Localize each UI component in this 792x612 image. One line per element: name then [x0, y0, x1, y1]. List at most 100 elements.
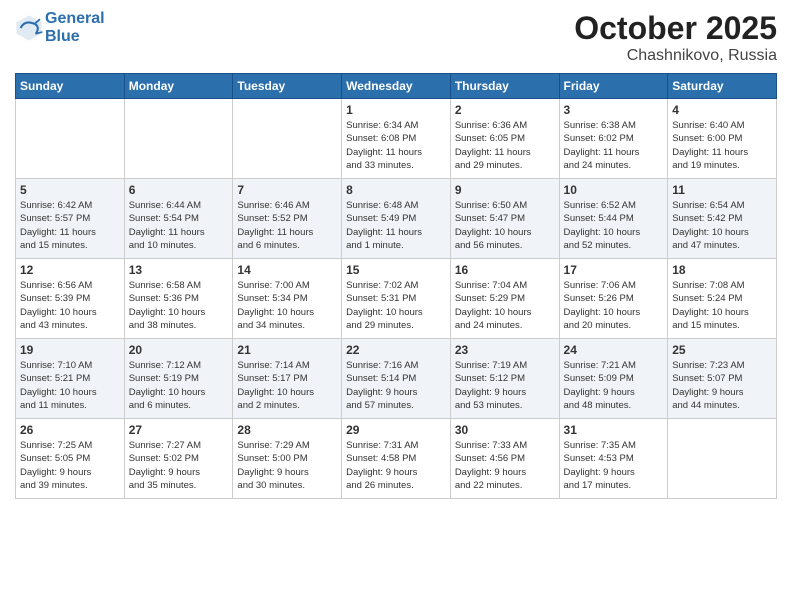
day-number: 11 [672, 183, 772, 197]
header: General Blue October 2025 Chashnikovo, R… [15, 10, 777, 65]
day-info: Sunrise: 6:50 AM Sunset: 5:47 PM Dayligh… [455, 199, 555, 252]
day-number: 22 [346, 343, 446, 357]
day-info: Sunrise: 7:14 AM Sunset: 5:17 PM Dayligh… [237, 359, 337, 412]
calendar-cell: 16 Sunrise: 7:04 AM Sunset: 5:29 PM Dayli… [450, 259, 559, 339]
page-container: General Blue October 2025 Chashnikovo, R… [0, 0, 792, 504]
calendar-cell: 17 Sunrise: 7:06 AM Sunset: 5:26 PM Dayli… [559, 259, 668, 339]
day-info: Sunrise: 7:27 AM Sunset: 5:02 PM Dayligh… [129, 439, 229, 492]
day-info: Sunrise: 7:21 AM Sunset: 5:09 PM Dayligh… [564, 359, 664, 412]
col-header-thursday: Thursday [450, 74, 559, 99]
day-info: Sunrise: 7:31 AM Sunset: 4:58 PM Dayligh… [346, 439, 446, 492]
calendar-cell: 29 Sunrise: 7:31 AM Sunset: 4:58 PM Dayli… [342, 419, 451, 499]
calendar-cell: 15 Sunrise: 7:02 AM Sunset: 5:31 PM Dayli… [342, 259, 451, 339]
day-number: 13 [129, 263, 229, 277]
day-number: 27 [129, 423, 229, 437]
day-number: 20 [129, 343, 229, 357]
day-info: Sunrise: 7:29 AM Sunset: 5:00 PM Dayligh… [237, 439, 337, 492]
calendar-cell: 8Sunrise: 6:48 AM Sunset: 5:49 PM Daylig… [342, 179, 451, 259]
calendar-cell: 10 Sunrise: 6:52 AM Sunset: 5:44 PM Dayli… [559, 179, 668, 259]
calendar-cell: 1 Sunrise: 6:34 AM Sunset: 6:08 PM Daylig… [342, 99, 451, 179]
day-number: 15 [346, 263, 446, 277]
day-info: Sunrise: 6:48 AM Sunset: 5:49 PM Dayligh… [346, 199, 446, 252]
calendar-cell: 12Sunrise: 6:56 AM Sunset: 5:39 PM Dayli… [16, 259, 125, 339]
week-row-3: 12Sunrise: 6:56 AM Sunset: 5:39 PM Dayli… [16, 259, 777, 339]
day-number: 19 [20, 343, 120, 357]
calendar-cell: 2Sunrise: 6:36 AM Sunset: 6:05 PM Daylig… [450, 99, 559, 179]
week-row-2: 5 Sunrise: 6:42 AM Sunset: 5:57 PM Daylig… [16, 179, 777, 259]
calendar-cell: 11Sunrise: 6:54 AM Sunset: 5:42 PM Dayli… [668, 179, 777, 259]
day-info: Sunrise: 7:33 AM Sunset: 4:56 PM Dayligh… [455, 439, 555, 492]
calendar-cell: 22 Sunrise: 7:16 AM Sunset: 5:14 PM Dayli… [342, 339, 451, 419]
title-block: October 2025 Chashnikovo, Russia [574, 10, 777, 65]
day-info: Sunrise: 6:46 AM Sunset: 5:52 PM Dayligh… [237, 199, 337, 252]
day-info: Sunrise: 7:16 AM Sunset: 5:14 PM Dayligh… [346, 359, 446, 412]
day-info: Sunrise: 6:58 AM Sunset: 5:36 PM Dayligh… [129, 279, 229, 332]
calendar-cell: 26 Sunrise: 7:25 AM Sunset: 5:05 PM Dayli… [16, 419, 125, 499]
day-number: 26 [20, 423, 120, 437]
day-info: Sunrise: 7:08 AM Sunset: 5:24 PM Dayligh… [672, 279, 772, 332]
col-header-wednesday: Wednesday [342, 74, 451, 99]
day-number: 1 [346, 103, 446, 117]
day-number: 29 [346, 423, 446, 437]
day-info: Sunrise: 6:34 AM Sunset: 6:08 PM Dayligh… [346, 119, 446, 172]
day-number: 30 [455, 423, 555, 437]
col-header-friday: Friday [559, 74, 668, 99]
day-info: Sunrise: 6:40 AM Sunset: 6:00 PM Dayligh… [672, 119, 772, 172]
day-number: 7 [237, 183, 337, 197]
col-header-sunday: Sunday [16, 74, 125, 99]
day-info: Sunrise: 7:02 AM Sunset: 5:31 PM Dayligh… [346, 279, 446, 332]
day-info: Sunrise: 7:00 AM Sunset: 5:34 PM Dayligh… [237, 279, 337, 332]
calendar-cell: 25 Sunrise: 7:23 AM Sunset: 5:07 PM Dayli… [668, 339, 777, 419]
calendar-cell: 4 Sunrise: 6:40 AM Sunset: 6:00 PM Daylig… [668, 99, 777, 179]
logo-icon [15, 14, 43, 42]
calendar-cell: 28Sunrise: 7:29 AM Sunset: 5:00 PM Dayli… [233, 419, 342, 499]
day-number: 9 [455, 183, 555, 197]
day-number: 25 [672, 343, 772, 357]
header-row: SundayMondayTuesdayWednesdayThursdayFrid… [16, 74, 777, 99]
calendar-cell [16, 99, 125, 179]
day-info: Sunrise: 6:44 AM Sunset: 5:54 PM Dayligh… [129, 199, 229, 252]
day-number: 18 [672, 263, 772, 277]
day-info: Sunrise: 7:06 AM Sunset: 5:26 PM Dayligh… [564, 279, 664, 332]
calendar-cell: 6Sunrise: 6:44 AM Sunset: 5:54 PM Daylig… [124, 179, 233, 259]
calendar-cell: 31 Sunrise: 7:35 AM Sunset: 4:53 PM Dayli… [559, 419, 668, 499]
calendar-cell: 30 Sunrise: 7:33 AM Sunset: 4:56 PM Dayli… [450, 419, 559, 499]
calendar-cell: 23Sunrise: 7:19 AM Sunset: 5:12 PM Dayli… [450, 339, 559, 419]
calendar-cell: 18 Sunrise: 7:08 AM Sunset: 5:24 PM Dayli… [668, 259, 777, 339]
col-header-saturday: Saturday [668, 74, 777, 99]
day-number: 14 [237, 263, 337, 277]
calendar-cell: 5 Sunrise: 6:42 AM Sunset: 5:57 PM Daylig… [16, 179, 125, 259]
day-number: 17 [564, 263, 664, 277]
day-number: 31 [564, 423, 664, 437]
day-number: 10 [564, 183, 664, 197]
col-header-tuesday: Tuesday [233, 74, 342, 99]
calendar-cell: 21Sunrise: 7:14 AM Sunset: 5:17 PM Dayli… [233, 339, 342, 419]
day-info: Sunrise: 7:25 AM Sunset: 5:05 PM Dayligh… [20, 439, 120, 492]
calendar-cell: 27 Sunrise: 7:27 AM Sunset: 5:02 PM Dayli… [124, 419, 233, 499]
location: Chashnikovo, Russia [574, 47, 777, 65]
logo-text: General Blue [45, 10, 105, 45]
calendar-cell: 19 Sunrise: 7:10 AM Sunset: 5:21 PM Dayli… [16, 339, 125, 419]
col-header-monday: Monday [124, 74, 233, 99]
day-number: 16 [455, 263, 555, 277]
month-title: October 2025 [574, 10, 777, 47]
day-number: 5 [20, 183, 120, 197]
day-number: 4 [672, 103, 772, 117]
day-number: 24 [564, 343, 664, 357]
calendar-cell: 20 Sunrise: 7:12 AM Sunset: 5:19 PM Dayli… [124, 339, 233, 419]
calendar-cell [668, 419, 777, 499]
day-info: Sunrise: 7:35 AM Sunset: 4:53 PM Dayligh… [564, 439, 664, 492]
day-info: Sunrise: 6:52 AM Sunset: 5:44 PM Dayligh… [564, 199, 664, 252]
day-info: Sunrise: 7:04 AM Sunset: 5:29 PM Dayligh… [455, 279, 555, 332]
week-row-5: 26 Sunrise: 7:25 AM Sunset: 5:05 PM Dayli… [16, 419, 777, 499]
day-info: Sunrise: 7:10 AM Sunset: 5:21 PM Dayligh… [20, 359, 120, 412]
week-row-4: 19 Sunrise: 7:10 AM Sunset: 5:21 PM Dayli… [16, 339, 777, 419]
week-row-1: 1 Sunrise: 6:34 AM Sunset: 6:08 PM Daylig… [16, 99, 777, 179]
day-number: 23 [455, 343, 555, 357]
day-info: Sunrise: 6:56 AM Sunset: 5:39 PM Dayligh… [20, 279, 120, 332]
day-info: Sunrise: 7:23 AM Sunset: 5:07 PM Dayligh… [672, 359, 772, 412]
day-info: Sunrise: 6:38 AM Sunset: 6:02 PM Dayligh… [564, 119, 664, 172]
day-info: Sunrise: 7:12 AM Sunset: 5:19 PM Dayligh… [129, 359, 229, 412]
day-info: Sunrise: 6:42 AM Sunset: 5:57 PM Dayligh… [20, 199, 120, 252]
calendar-cell: 9 Sunrise: 6:50 AM Sunset: 5:47 PM Daylig… [450, 179, 559, 259]
